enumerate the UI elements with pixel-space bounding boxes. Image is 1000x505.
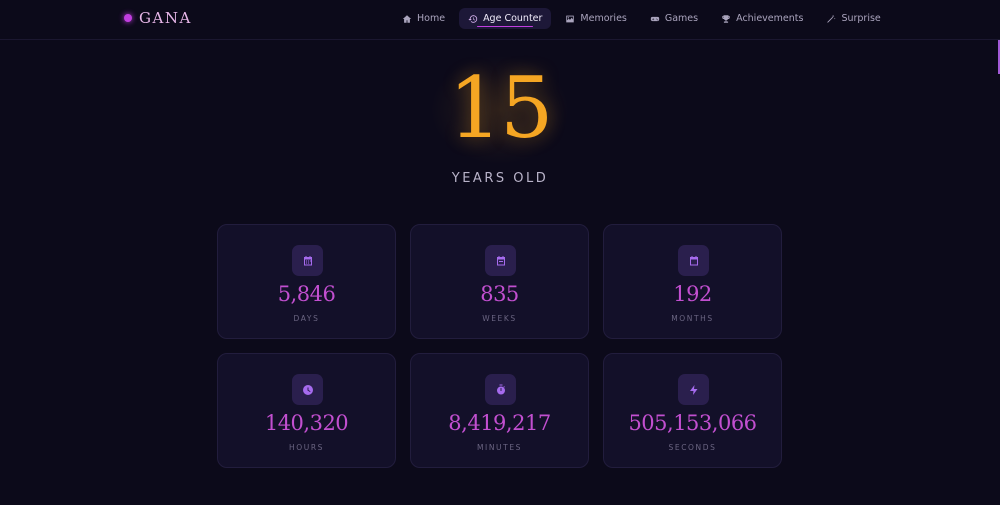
nav-item-memories[interactable]: Memories bbox=[556, 8, 635, 29]
stat-unit: SECONDS bbox=[668, 443, 717, 452]
nav-item-label: Memories bbox=[580, 13, 627, 24]
nav-item-label: Surprise bbox=[841, 13, 881, 24]
age-number: 15 bbox=[448, 59, 554, 157]
nav-item-surprise[interactable]: Surprise bbox=[817, 8, 889, 29]
stat-icon-box bbox=[292, 245, 323, 276]
nav-item-age-counter[interactable]: Age Counter bbox=[459, 8, 552, 29]
stat-card-weeks: 835 WEEKS bbox=[410, 224, 589, 339]
calendar-icon bbox=[496, 255, 505, 265]
stat-unit: DAYS bbox=[293, 314, 320, 323]
stopwatch-icon bbox=[496, 384, 505, 394]
stat-icon-box bbox=[485, 245, 516, 276]
calendar-icon bbox=[689, 255, 698, 265]
logo-text: GANA bbox=[139, 9, 192, 27]
nav-menu: Home Age Counter Memories Games Achievem… bbox=[393, 8, 895, 29]
home-icon bbox=[402, 14, 412, 23]
stat-card-months: 192 MONTHS bbox=[603, 224, 782, 339]
stat-unit: HOURS bbox=[288, 443, 324, 452]
nav-item-achievements[interactable]: Achievements bbox=[712, 8, 812, 29]
clock-icon bbox=[302, 384, 313, 395]
stat-value: 8,419,217 bbox=[448, 411, 551, 435]
stats-grid: 5,846 DAYS 835 WEEKS 192 MONTHS 140,320 … bbox=[217, 224, 782, 468]
nav-item-label: Achievements bbox=[736, 13, 804, 24]
stat-value: 505,153,066 bbox=[628, 411, 757, 435]
stat-card-seconds: 505,153,066 SECONDS bbox=[603, 353, 782, 468]
logo-dot-icon bbox=[124, 14, 132, 22]
trophy-icon bbox=[722, 14, 730, 23]
stat-icon-box bbox=[485, 374, 516, 405]
magic-wand-icon bbox=[827, 14, 837, 23]
stat-card-days: 5,846 DAYS bbox=[217, 224, 396, 339]
stat-card-minutes: 8,419,217 MINUTES bbox=[410, 353, 589, 468]
stat-icon-box bbox=[678, 245, 709, 276]
stat-unit: MONTHS bbox=[671, 314, 714, 323]
nav-item-home[interactable]: Home bbox=[393, 8, 454, 29]
calendar-icon bbox=[303, 255, 312, 265]
nav-item-label: Age Counter bbox=[483, 13, 543, 24]
image-icon bbox=[566, 15, 575, 22]
nav-item-label: Home bbox=[417, 13, 446, 24]
stat-icon-box bbox=[678, 374, 709, 405]
stat-unit: MINUTES bbox=[476, 443, 523, 452]
stat-value: 140,320 bbox=[264, 411, 349, 435]
nav-item-games[interactable]: Games bbox=[641, 8, 707, 29]
bolt-icon bbox=[689, 384, 697, 395]
stat-value: 835 bbox=[480, 282, 519, 306]
logo[interactable]: GANA bbox=[124, 8, 192, 28]
stat-icon-box bbox=[292, 374, 323, 405]
age-label: YEARS OLD bbox=[451, 171, 549, 186]
nav-item-label: Games bbox=[664, 13, 699, 24]
top-navbar: GANA Home Age Counter Memories Games Ach… bbox=[0, 0, 1000, 40]
stat-unit: WEEKS bbox=[482, 314, 517, 323]
stat-value: 5,846 bbox=[277, 282, 336, 306]
stat-value: 192 bbox=[673, 282, 712, 306]
stat-card-hours: 140,320 HOURS bbox=[217, 353, 396, 468]
history-icon bbox=[468, 14, 478, 23]
gamepad-icon bbox=[650, 16, 660, 21]
